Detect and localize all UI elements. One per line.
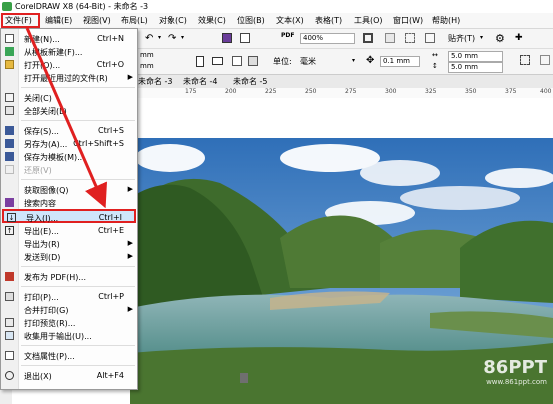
- annotation-arrow: [25, 27, 108, 209]
